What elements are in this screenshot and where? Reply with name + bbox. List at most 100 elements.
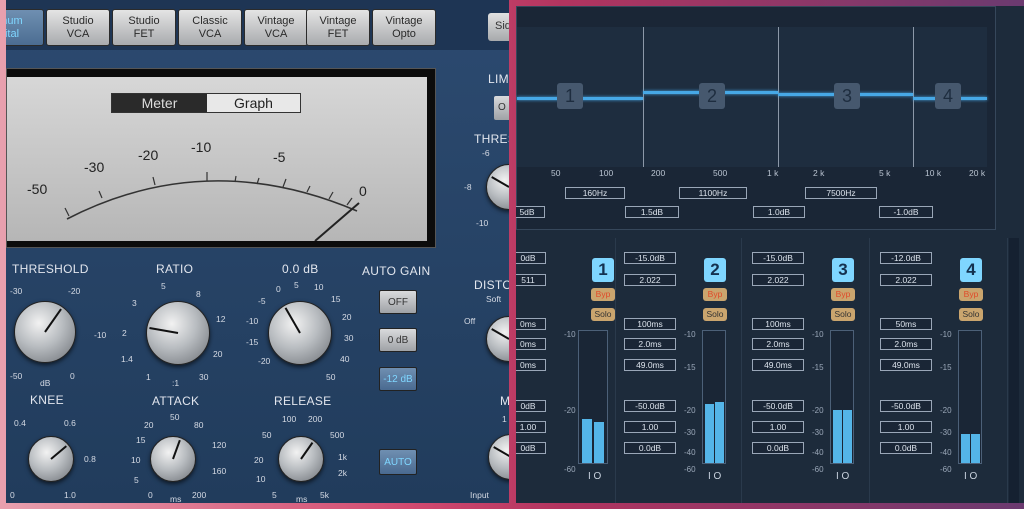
band-lookahead-field[interactable]: 49.0ms: [880, 359, 932, 371]
limiter-label: LIMI: [488, 72, 509, 86]
band-output-field[interactable]: 0.0dB: [880, 442, 932, 454]
band-3-gain-field[interactable]: 1.0dB: [753, 206, 805, 218]
band-release-field[interactable]: 2.0ms: [880, 338, 932, 350]
band-threshold-field[interactable]: 0dB: [516, 252, 546, 264]
type-button-studio-vca[interactable]: Studio VCA: [46, 9, 110, 46]
band-2-solo-button[interactable]: Solo: [703, 308, 727, 321]
band-attack-field[interactable]: 100ms: [624, 318, 676, 330]
band-4-gain-field[interactable]: -1.0dB: [879, 206, 933, 218]
band-3-meter-left: [833, 410, 842, 463]
band-4-handle[interactable]: 4: [935, 83, 961, 109]
band-3-bypass-button[interactable]: Byp: [831, 288, 855, 301]
type-button-vintage-opto[interactable]: Vintage Opto: [372, 9, 436, 46]
freq-tick: 1 k: [767, 168, 779, 178]
band-makeup-field[interactable]: 1.00: [752, 421, 804, 433]
band-ratio-field[interactable]: 2.022: [880, 274, 932, 286]
band-threshold-field[interactable]: -15.0dB: [624, 252, 676, 264]
type-button-classic-vca[interactable]: Classic VCA: [178, 9, 242, 46]
band-release-field[interactable]: 2.0ms: [752, 338, 804, 350]
band-output-field[interactable]: 0dB: [516, 442, 546, 454]
band-range-field[interactable]: 0dB: [516, 400, 546, 412]
limiter-toggle-button[interactable]: O: [494, 96, 509, 120]
band-output-field[interactable]: 0.0dB: [624, 442, 676, 454]
band-range-field[interactable]: -50.0dB: [880, 400, 932, 412]
band-4-solo-button[interactable]: Solo: [959, 308, 983, 321]
auto-gain-minus12-button[interactable]: -12 dB: [379, 367, 417, 391]
band-2-gain-field[interactable]: 1.5dB: [625, 206, 679, 218]
band-threshold-field[interactable]: -15.0dB: [752, 252, 804, 264]
type-button-platinum-digital[interactable]: num ital: [6, 9, 44, 46]
band-lookahead-field[interactable]: 49.0ms: [624, 359, 676, 371]
band-3-handle[interactable]: 3: [834, 83, 860, 109]
distortion-knob[interactable]: [486, 316, 509, 362]
meter-scale-tick: -20: [684, 406, 696, 415]
band-makeup-field[interactable]: 1.00: [624, 421, 676, 433]
band-4-io-label: I O: [964, 471, 978, 482]
attack-label: ATTACK: [152, 394, 200, 408]
type-button-studio-fet[interactable]: Studio FET: [112, 9, 176, 46]
makeup-tick: 5: [294, 280, 299, 290]
auto-release-button[interactable]: AUTO: [379, 449, 417, 475]
meter-scale-tick: -20: [940, 406, 952, 415]
ratio-tick: 1.4: [121, 354, 133, 364]
band-attack-field[interactable]: 50ms: [880, 318, 932, 330]
threshold-tick: -10: [94, 330, 107, 340]
makeup-tick: 40: [340, 354, 350, 364]
release-knob[interactable]: [278, 436, 324, 482]
side-scroll-handle[interactable]: [1009, 238, 1019, 503]
crossover-3-field[interactable]: 7500Hz: [805, 187, 877, 199]
band-1-badge[interactable]: 1: [592, 258, 614, 282]
limiter-threshold-knob[interactable]: [486, 164, 509, 210]
makeup-gain-knob[interactable]: [268, 301, 332, 365]
threshold-tick: -20: [68, 286, 81, 296]
band-ratio-field[interactable]: 511: [516, 274, 546, 286]
auto-gain-0db-button[interactable]: 0 dB: [379, 328, 417, 352]
band-threshold-field[interactable]: -12.0dB: [880, 252, 932, 264]
mix-knob[interactable]: [488, 434, 509, 480]
band-makeup-field[interactable]: 1.00: [880, 421, 932, 433]
limiter-threshold-label: THRES: [474, 132, 509, 146]
type-button-vintage-vca[interactable]: Vintage VCA: [244, 9, 308, 46]
multiband-panel: 1 2 3 4 50 100 200 500 1 k 2 k 5 k 10 k …: [516, 6, 1024, 503]
meter-scale-tick: -15: [684, 363, 696, 372]
band-2-handle[interactable]: 2: [699, 83, 725, 109]
band-4-bypass-button[interactable]: Byp: [959, 288, 983, 301]
band-3-badge[interactable]: 3: [832, 258, 854, 282]
makeup-tick: -5: [258, 296, 266, 306]
type-button-vintage-fet[interactable]: Vintage FET: [306, 9, 370, 46]
band-ratio-field[interactable]: 2.022: [624, 274, 676, 286]
band-attack-field[interactable]: 100ms: [752, 318, 804, 330]
auto-gain-off-button[interactable]: OFF: [379, 290, 417, 314]
band-range-field[interactable]: -50.0dB: [752, 400, 804, 412]
band-ratio-field[interactable]: 2.022: [752, 274, 804, 286]
crossover-line[interactable]: [643, 27, 644, 167]
band-makeup-field[interactable]: 1.00: [516, 421, 546, 433]
distortion-tick: Soft: [486, 294, 502, 304]
band-release-field[interactable]: 0ms: [516, 338, 546, 350]
band-range-field[interactable]: -50.0dB: [624, 400, 676, 412]
crossover-2-field[interactable]: 1100Hz: [679, 187, 747, 199]
sidechain-button[interactable]: Sid: [488, 13, 509, 41]
knee-knob[interactable]: [28, 436, 74, 482]
band-4-badge[interactable]: 4: [960, 258, 982, 282]
threshold-knob[interactable]: [14, 301, 76, 363]
band-1-gain-field[interactable]: 5dB: [516, 206, 545, 218]
band-1-bypass-button[interactable]: Byp: [591, 288, 615, 301]
makeup-tick: 20: [342, 312, 352, 322]
band-lookahead-field[interactable]: 49.0ms: [752, 359, 804, 371]
crossover-1-field[interactable]: 160Hz: [565, 187, 625, 199]
mix-tick: 1: [502, 414, 507, 424]
attack-knob[interactable]: [150, 436, 196, 482]
ratio-knob[interactable]: [146, 301, 210, 365]
band-2-bypass-button[interactable]: Byp: [703, 288, 727, 301]
band-attack-field[interactable]: 0ms: [516, 318, 546, 330]
crossover-line[interactable]: [778, 27, 779, 167]
band-release-field[interactable]: 2.0ms: [624, 338, 676, 350]
band-lookahead-field[interactable]: 0ms: [516, 359, 546, 371]
band-2-badge[interactable]: 2: [704, 258, 726, 282]
band-output-field[interactable]: 0.0dB: [752, 442, 804, 454]
distortion-label: DISTO: [474, 278, 509, 292]
band-1-handle[interactable]: 1: [557, 83, 583, 109]
band-3-solo-button[interactable]: Solo: [831, 308, 855, 321]
band-1-solo-button[interactable]: Solo: [591, 308, 615, 321]
